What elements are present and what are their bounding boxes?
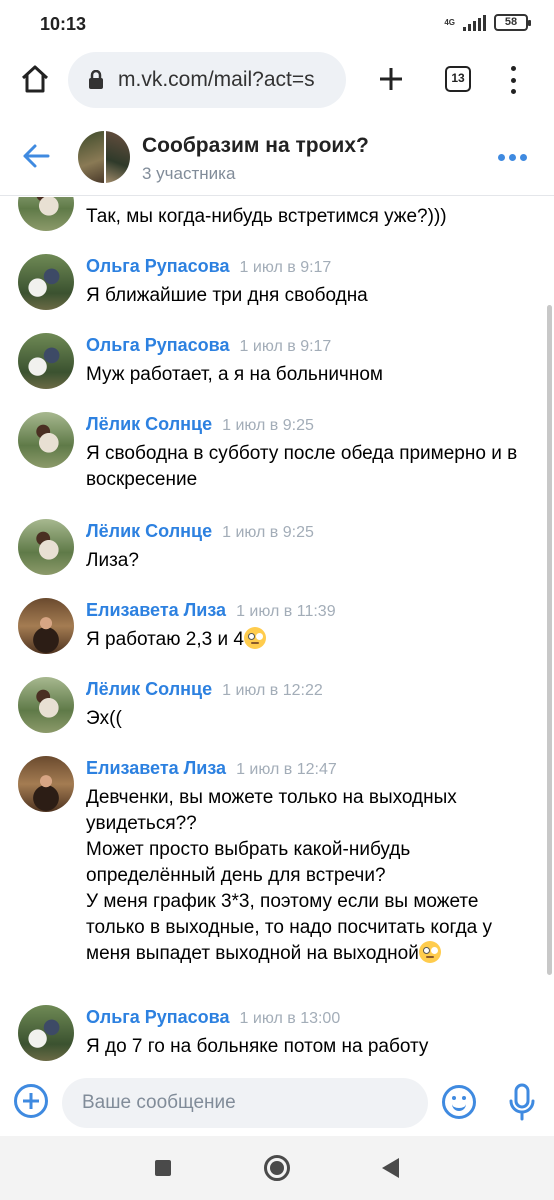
message-time: 1 июл в 12:47 <box>236 761 337 778</box>
message-composer <box>0 1068 554 1136</box>
message-text: Я свободна в субботу после обеда примерн… <box>86 443 518 490</box>
tabs-count-button[interactable]: 13 <box>445 66 471 92</box>
author-name[interactable]: Ольга Рупасова 1 июл в 13:00 <box>86 1007 340 1028</box>
chat-title[interactable]: Сообразим на троих? <box>142 134 369 158</box>
chat-participants-count: 3 участника <box>142 164 236 183</box>
avatar[interactable] <box>18 197 74 231</box>
avatar[interactable] <box>18 519 74 575</box>
author-name[interactable]: Лёлик Солнце 1 июл в 9:25 <box>86 521 314 542</box>
message-time: 1 июл в 9:25 <box>222 524 314 541</box>
address-bar[interactable]: m.vk.com/mail?act=s <box>68 52 346 108</box>
browser-toolbar: m.vk.com/mail?act=s 13 <box>0 50 554 112</box>
home-circle-icon[interactable] <box>264 1155 290 1181</box>
author-name[interactable]: Ольга Рупасова 1 июл в 9:17 <box>86 335 331 356</box>
avatar[interactable] <box>18 756 74 812</box>
avatar[interactable] <box>18 254 74 310</box>
message-time: 1 июл в 12:22 <box>222 682 323 699</box>
author-name[interactable]: Елизавета Лиза 1 июл в 12:47 <box>86 758 337 779</box>
message-time: 1 июл в 9:17 <box>239 259 332 276</box>
scrollbar[interactable] <box>547 305 552 975</box>
message-text: Девченки, вы можете только на выходных у… <box>86 787 493 964</box>
battery-icon: 58 <box>494 14 531 31</box>
smile-icon[interactable] <box>442 1085 476 1119</box>
message-text: Я ближайшие три дня свободна <box>86 285 368 306</box>
message-time: 1 июл в 11:39 <box>236 603 336 620</box>
more-options-icon[interactable] <box>498 154 527 161</box>
avatar[interactable] <box>18 412 74 468</box>
back-arrow-icon[interactable] <box>20 140 52 172</box>
message-time: 1 июл в 9:25 <box>222 417 314 434</box>
rolling-eyes-emoji-icon <box>243 627 266 649</box>
attach-plus-icon[interactable] <box>14 1084 48 1118</box>
avatar[interactable] <box>18 333 74 389</box>
message-text: Так, мы когда-нибудь встретимся уже?))) <box>86 206 447 227</box>
status-icons: 4G 58 <box>444 14 531 31</box>
system-nav-bar <box>0 1136 554 1200</box>
author-name[interactable]: Лёлик Солнце 1 июл в 12:22 <box>86 679 323 700</box>
message-text: Я работаю 2,3 и 4 <box>86 627 536 653</box>
message-time: 1 июл в 9:17 <box>239 338 332 355</box>
browser-menu-icon[interactable] <box>508 66 518 94</box>
message-input[interactable] <box>62 1078 428 1128</box>
url-text: m.vk.com/mail?act=s <box>118 68 315 91</box>
rolling-eyes-emoji-icon <box>418 941 441 963</box>
message-text: Лиза? <box>86 550 139 571</box>
recents-icon[interactable] <box>155 1160 171 1176</box>
network-type: 4G <box>444 17 455 27</box>
avatar[interactable] <box>18 1005 74 1061</box>
status-time: 10:13 <box>40 14 87 34</box>
chat-header: Сообразим на троих? 3 участника <box>0 118 554 196</box>
lock-icon <box>89 70 103 89</box>
chat-avatar[interactable] <box>78 131 130 183</box>
status-bar: 10:13 4G 58 <box>0 0 554 50</box>
avatar[interactable] <box>18 598 74 654</box>
message-time: 1 июл в 13:00 <box>239 1010 341 1027</box>
microphone-icon[interactable] <box>507 1082 537 1122</box>
message-list: Так, мы когда-нибудь встретимся уже?))) … <box>0 197 554 1067</box>
message-text: Я до 7 го на больняке потом на работу <box>86 1036 429 1057</box>
new-tab-icon[interactable] <box>376 64 406 94</box>
author-name[interactable]: Ольга Рупасова 1 июл в 9:17 <box>86 256 331 277</box>
author-name[interactable]: Елизавета Лиза 1 июл в 11:39 <box>86 600 336 621</box>
signal-icon <box>463 14 486 31</box>
avatar[interactable] <box>18 677 74 733</box>
back-triangle-icon[interactable] <box>382 1158 399 1178</box>
message-text: Эх(( <box>86 708 122 729</box>
author-name[interactable]: Лёлик Солнце 1 июл в 9:25 <box>86 414 314 435</box>
message-text: Муж работает, а я на больничном <box>86 364 383 385</box>
home-icon[interactable] <box>18 62 52 96</box>
